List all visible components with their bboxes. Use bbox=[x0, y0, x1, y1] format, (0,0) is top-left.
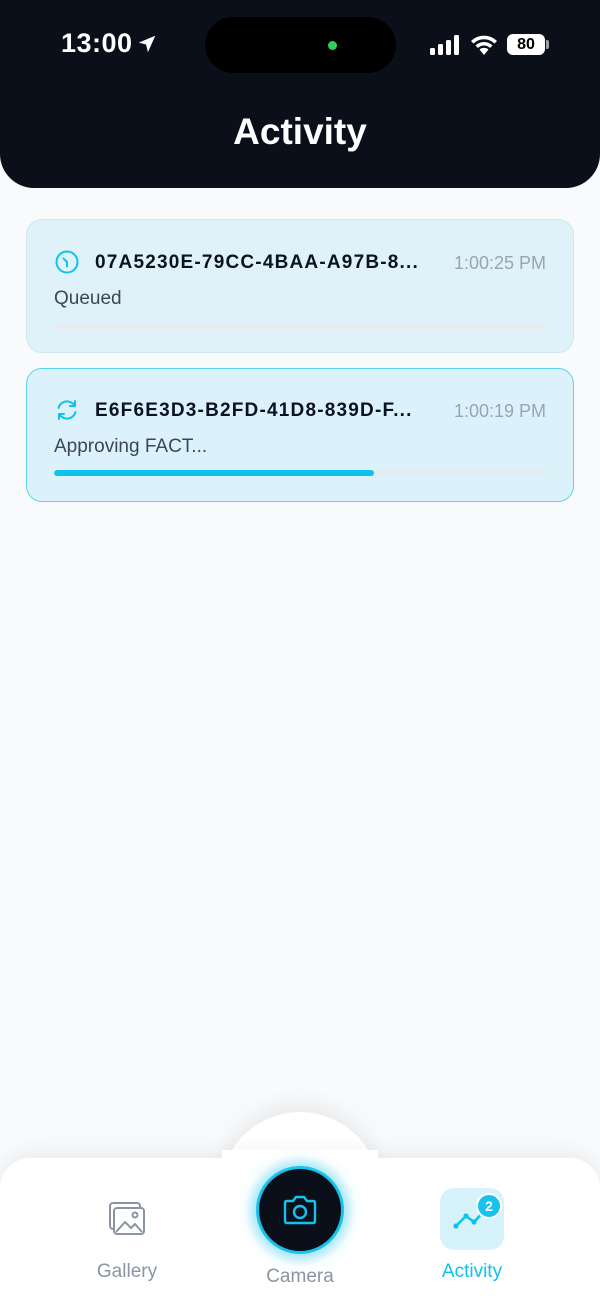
tab-gallery-label[interactable]: Gallery bbox=[77, 1261, 177, 1283]
activity-card-approving[interactable]: E6F6E3D3-B2FD-41D8-839D-F... 1:00:19 PM … bbox=[26, 368, 574, 502]
activity-card-queued[interactable]: 07A5230E-79CC-4BAA-A97B-8... 1:00:25 PM … bbox=[26, 219, 574, 353]
camera-indicator-dot bbox=[328, 41, 337, 50]
camera-button[interactable] bbox=[256, 1166, 344, 1254]
gallery-icon[interactable] bbox=[107, 1201, 145, 1237]
tab-camera-label[interactable]: Camera bbox=[250, 1266, 350, 1288]
progress-track bbox=[54, 323, 546, 329]
tab-activity-label[interactable]: Activity bbox=[422, 1261, 522, 1283]
page-title: Activity bbox=[233, 111, 367, 152]
activity-screen: 13:00 80 Activity 07A5230E-79CC-4BAA-A97… bbox=[0, 0, 600, 1301]
camera-icon bbox=[283, 1195, 317, 1225]
status-time: 13:00 bbox=[61, 28, 133, 58]
activity-status: Queued bbox=[54, 288, 122, 309]
activity-time: 1:00:19 PM bbox=[453, 401, 546, 421]
activity-time: 1:00:25 PM bbox=[453, 253, 546, 273]
battery-tip bbox=[546, 40, 549, 49]
wifi-icon bbox=[471, 35, 497, 55]
activity-id: 07A5230E-79CC-4BAA-A97B-8... bbox=[95, 252, 419, 273]
progress-fill bbox=[54, 470, 374, 476]
activity-count-badge: 2 bbox=[476, 1193, 502, 1219]
sync-icon bbox=[57, 400, 77, 420]
activity-status: Approving FACT... bbox=[54, 436, 208, 457]
battery-indicator: 80 bbox=[507, 34, 545, 55]
dynamic-island bbox=[205, 17, 396, 73]
activity-id: E6F6E3D3-B2FD-41D8-839D-F... bbox=[95, 400, 413, 421]
clock-icon bbox=[55, 250, 79, 274]
cellular-signal-icon bbox=[430, 35, 459, 55]
progress-track bbox=[54, 470, 546, 476]
location-arrow-icon bbox=[138, 35, 156, 53]
